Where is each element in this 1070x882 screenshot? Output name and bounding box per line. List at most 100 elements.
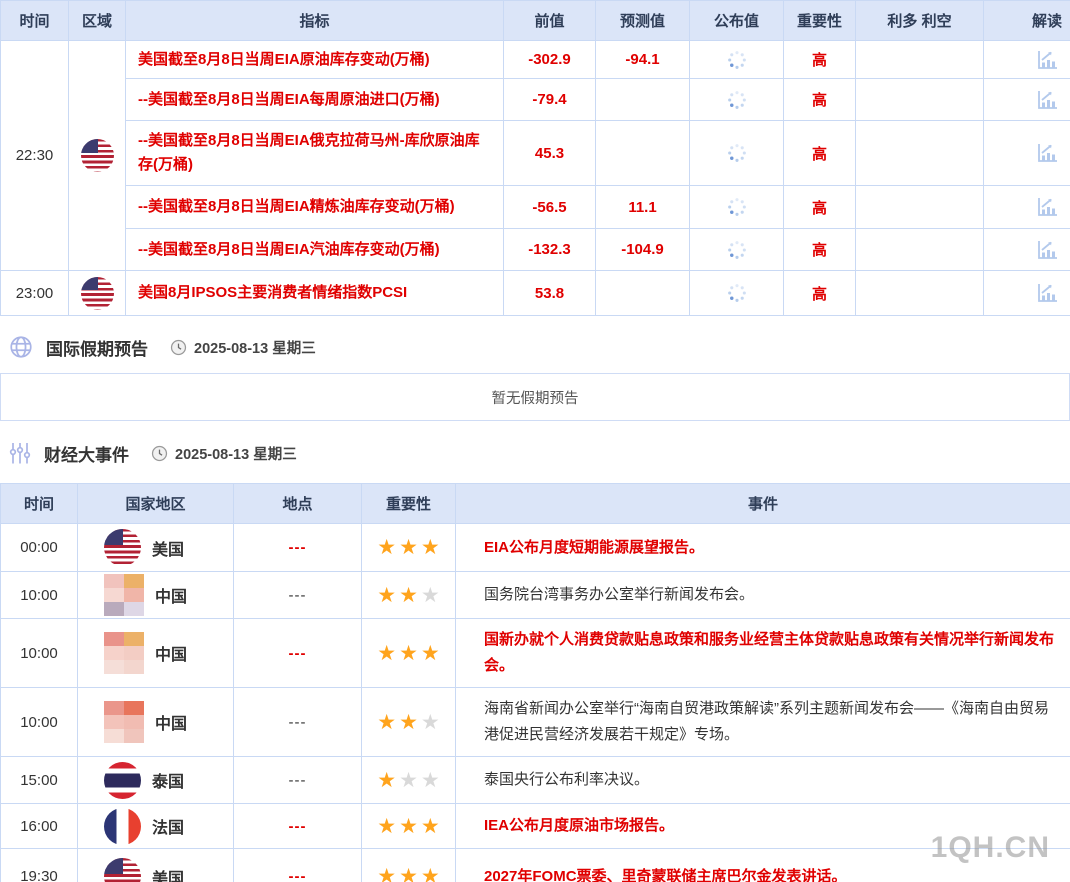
bar-chart-arrow-icon[interactable] bbox=[1036, 282, 1058, 304]
star-icon: ★ bbox=[421, 537, 440, 558]
col-published: 公布值 bbox=[690, 1, 784, 41]
holiday-section-header: 国际假期预告 2025-08-13 星期三 bbox=[8, 332, 1070, 362]
importance-badge: 高 bbox=[784, 271, 856, 316]
event-row: 10:00 中国 --- ★★★ 海南省新闻办公室举行“海南自贸港政策解读”系列… bbox=[1, 688, 1070, 757]
star-icon: ★ bbox=[377, 770, 396, 791]
loading-spinner-icon bbox=[726, 196, 748, 218]
star-icon: ★ bbox=[421, 643, 440, 664]
star-icon: ★ bbox=[377, 643, 396, 664]
col-interpret: 解读 bbox=[984, 1, 1070, 41]
location-cell: --- bbox=[234, 619, 362, 688]
bias-cell bbox=[856, 41, 984, 79]
bias-cell bbox=[856, 121, 984, 186]
indicator-link[interactable]: 美国截至8月8日当周EIA原油库存变动(万桶) bbox=[126, 41, 504, 79]
country-cell: 中国 bbox=[78, 688, 234, 757]
country-name: 法国 bbox=[152, 814, 184, 838]
region-cell bbox=[69, 271, 126, 316]
table-row: 23:00 美国8月IPSOS主要消费者情绪指数PCSI 53.8 高 bbox=[1, 271, 1070, 316]
interpret-cell[interactable] bbox=[984, 229, 1070, 271]
importance-stars: ★★★ bbox=[362, 804, 456, 849]
region-cell bbox=[69, 41, 126, 271]
china-flag-pixelated-icon bbox=[104, 701, 144, 743]
col-event: 事件 bbox=[456, 484, 1070, 524]
star-icon: ★ bbox=[421, 816, 440, 837]
col-previous: 前值 bbox=[504, 1, 596, 41]
indicator-link[interactable]: --美国截至8月8日当周EIA俄克拉荷马州-库欣原油库存(万桶) bbox=[126, 121, 504, 186]
importance-stars: ★★★ bbox=[362, 572, 456, 619]
importance-stars: ★★★ bbox=[362, 757, 456, 804]
previous-value: -302.9 bbox=[504, 41, 596, 79]
event-row: 10:00 中国 --- ★★★ 国新办就个人消费贷款贴息政策和服务业经营主体贷… bbox=[1, 619, 1070, 688]
bar-chart-arrow-icon[interactable] bbox=[1036, 239, 1058, 261]
event-row: 15:00 泰国 --- ★★★ 泰国央行公布利率决议。 bbox=[1, 757, 1070, 804]
interpret-cell[interactable] bbox=[984, 186, 1070, 229]
watermark: 1QH.CN bbox=[931, 831, 1050, 865]
interpret-cell[interactable] bbox=[984, 271, 1070, 316]
star-icon: ★ bbox=[377, 816, 396, 837]
col-importance: 重要性 bbox=[784, 1, 856, 41]
previous-value: 53.8 bbox=[504, 271, 596, 316]
indicator-link[interactable]: --美国截至8月8日当周EIA精炼油库存变动(万桶) bbox=[126, 186, 504, 229]
event-text[interactable]: 海南省新闻办公室举行“海南自贸港政策解读”系列主题新闻发布会——《海南自由贸易港… bbox=[456, 688, 1070, 757]
forecast-value bbox=[596, 79, 690, 121]
bar-chart-arrow-icon[interactable] bbox=[1036, 49, 1058, 71]
us-flag-icon bbox=[81, 139, 114, 172]
col-importance: 重要性 bbox=[362, 484, 456, 524]
forecast-value: -94.1 bbox=[596, 41, 690, 79]
location-cell: --- bbox=[234, 757, 362, 804]
event-text[interactable]: 泰国央行公布利率决议。 bbox=[456, 757, 1070, 804]
bar-chart-arrow-icon[interactable] bbox=[1036, 89, 1058, 111]
event-row: 19:30 美国 --- ★★★ 2027年FOMC票委、里奇蒙联储主席巴尔金发… bbox=[1, 849, 1070, 882]
event-time: 15:00 bbox=[1, 757, 78, 804]
table-row: --美国截至8月8日当周EIA精炼油库存变动(万桶) -56.5 11.1 高 bbox=[1, 186, 1070, 229]
importance-badge: 高 bbox=[784, 229, 856, 271]
holiday-empty-text: 暂无假期预告 bbox=[492, 387, 579, 408]
loading-spinner-icon bbox=[726, 282, 748, 304]
event-text[interactable]: 国新办就个人消费贷款贴息政策和服务业经营主体贷款贴息政策有关情况举行新闻发布会。 bbox=[456, 619, 1070, 688]
table-row: --美国截至8月8日当周EIA俄克拉荷马州-库欣原油库存(万桶) 45.3 高 bbox=[1, 121, 1070, 186]
loading-spinner-icon bbox=[726, 89, 748, 111]
col-region: 区域 bbox=[69, 1, 126, 41]
event-time: 19:30 bbox=[1, 849, 78, 882]
published-value bbox=[690, 271, 784, 316]
forecast-value: 11.1 bbox=[596, 186, 690, 229]
country-cell: 中国 bbox=[78, 619, 234, 688]
clock-icon bbox=[151, 445, 168, 462]
importance-stars: ★★★ bbox=[362, 688, 456, 757]
interpret-cell[interactable] bbox=[984, 79, 1070, 121]
col-time: 时间 bbox=[1, 1, 69, 41]
col-time: 时间 bbox=[1, 484, 78, 524]
indicator-link[interactable]: --美国截至8月8日当周EIA每周原油进口(万桶) bbox=[126, 79, 504, 121]
us-flag-icon bbox=[104, 858, 141, 882]
time-cell: 22:30 bbox=[1, 41, 69, 271]
event-time: 10:00 bbox=[1, 572, 78, 619]
country-name: 泰国 bbox=[152, 768, 184, 792]
published-value bbox=[690, 79, 784, 121]
indicator-link[interactable]: --美国截至8月8日当周EIA汽油库存变动(万桶) bbox=[126, 229, 504, 271]
col-location: 地点 bbox=[234, 484, 362, 524]
star-icon: ★ bbox=[399, 537, 418, 558]
published-value bbox=[690, 186, 784, 229]
interpret-cell[interactable] bbox=[984, 121, 1070, 186]
col-indicator: 指标 bbox=[126, 1, 504, 41]
star-icon: ★ bbox=[399, 585, 418, 606]
star-icon: ★ bbox=[377, 585, 396, 606]
event-time: 10:00 bbox=[1, 688, 78, 757]
published-value bbox=[690, 229, 784, 271]
previous-value: -132.3 bbox=[504, 229, 596, 271]
thailand-flag-icon bbox=[104, 762, 141, 799]
event-text[interactable]: 国务院台湾事务办公室举行新闻发布会。 bbox=[456, 572, 1070, 619]
us-flag-icon bbox=[81, 277, 114, 310]
country-name: 中国 bbox=[155, 583, 187, 607]
bias-cell bbox=[856, 79, 984, 121]
interpret-cell[interactable] bbox=[984, 41, 1070, 79]
bias-cell bbox=[856, 229, 984, 271]
bar-chart-arrow-icon[interactable] bbox=[1036, 142, 1058, 164]
events-date: 2025-08-13 星期三 bbox=[151, 443, 297, 464]
indicator-link[interactable]: 美国8月IPSOS主要消费者情绪指数PCSI bbox=[126, 271, 504, 316]
bar-chart-arrow-icon[interactable] bbox=[1036, 196, 1058, 218]
previous-value: 45.3 bbox=[504, 121, 596, 186]
event-row: 00:00 美国 --- ★★★ EIA公布月度短期能源展望报告。 bbox=[1, 524, 1070, 572]
event-text[interactable]: EIA公布月度短期能源展望报告。 bbox=[456, 524, 1070, 572]
sliders-icon bbox=[8, 440, 32, 466]
